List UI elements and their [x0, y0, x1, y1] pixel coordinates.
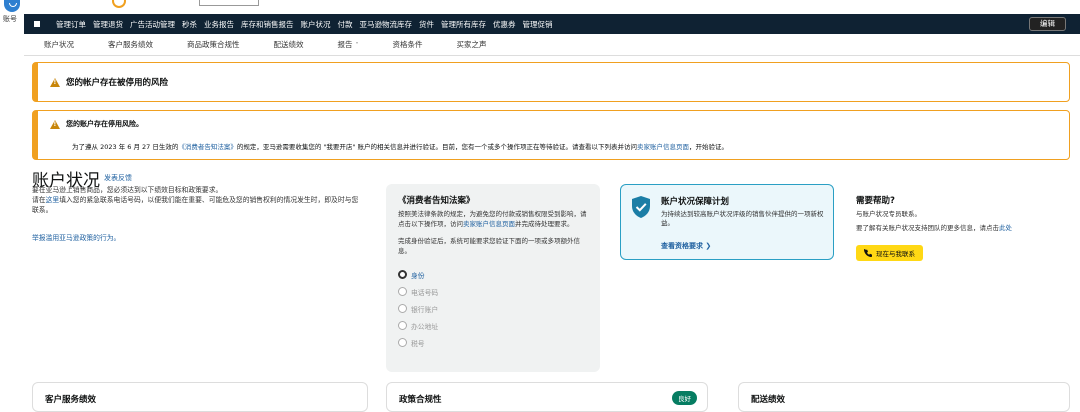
shield-check-icon [632, 196, 650, 218]
help-text-part: 要了解有关账户状况支持团队的更多信息，请点击 [856, 223, 999, 232]
subnav-item-eligibility[interactable]: 资格条件 [393, 39, 423, 50]
option-label: 电话号码 [411, 288, 439, 297]
help-text: 与账户状况专员联系。 [856, 210, 921, 218]
eligibility-link[interactable]: 查看资格要求 ❯ [661, 241, 711, 251]
search-input[interactable] [199, 0, 259, 6]
nav-item[interactable]: 管理所有库存 [441, 19, 486, 30]
edit-button[interactable]: 编辑 [1029, 17, 1066, 31]
verification-item-bank[interactable]: 银行账户 [398, 300, 588, 317]
verification-item-tax[interactable]: 税号 [398, 334, 588, 351]
feedback-link[interactable]: 发表反馈 [104, 173, 132, 183]
consumer-act-card: 《消费者告知法案》 按照美法律条款的规定，为避免您的付款或销售权限受到影响，请点… [386, 184, 600, 372]
subnav-item-policy[interactable]: 商品政策合规性 [187, 39, 240, 50]
nav-item[interactable]: 广告活动管理 [130, 19, 175, 30]
subnav-item-voice[interactable]: 买家之声 [457, 39, 487, 50]
protection-plan-card: 账户状况保障计划 为持续达到较高账户状况评级的销售伙伴提供的一项新权益。 查看资… [620, 184, 834, 260]
nav-item[interactable]: 管理退货 [93, 19, 123, 30]
help-panel: 需要帮助? 与账户状况专员联系。 要了解有关账户状况支持团队的更多信息，请点击此… [856, 184, 1066, 274]
main-nav: 管理订单 管理退货 广告活动管理 秒杀 业务报告 库存和销售报告 账户状况 付款… [24, 14, 1080, 34]
alert-title: 您的帐户存在被停用的风险 [66, 78, 169, 88]
nav-item[interactable]: 账户状况 [301, 19, 331, 30]
chevron-down-icon: ˅ [355, 42, 359, 49]
alert-body: 为了遵从 2023 年 6 月 27 日生效的《消费者告知法案》的规定，亚马逊需… [72, 141, 1057, 151]
bookmark-icon[interactable] [34, 21, 40, 27]
option-label: 税号 [411, 339, 425, 348]
nav-item[interactable]: 业务报告 [204, 19, 234, 30]
help-title: 需要帮助? [856, 196, 895, 206]
law-link[interactable]: 《消费者告知法案》 [178, 143, 237, 151]
alert-title: 您的账户存在停用风险。 [66, 120, 143, 128]
option-label: 银行账户 [411, 305, 439, 314]
card-text-part: 并完成待处理要求。 [515, 219, 574, 228]
subnav-item-shipping[interactable]: 配送绩效 [274, 39, 304, 50]
card-title: 客户服务绩效 [45, 395, 97, 405]
desc-text: 请在 [32, 196, 46, 204]
nav-item[interactable]: 货件 [419, 19, 434, 30]
verification-item-identity[interactable]: 身份 [398, 266, 588, 283]
nav-item[interactable]: 管理促销 [523, 19, 553, 30]
card-text: 完成身份验证后，系统可能要求您验证下面的一项或多项额外信息。 [398, 237, 580, 255]
here-link[interactable]: 这里 [46, 196, 60, 204]
logo-icon [112, 0, 126, 8]
phone-icon [864, 249, 872, 257]
risk-alert: 您的账户存在停用风险。 为了遵从 2023 年 6 月 27 日生效的《消费者告… [32, 110, 1070, 160]
verification-list: 身份 电话号码 银行账户 办公地址 税号 [398, 266, 588, 351]
status-description: 要在亚马逊上销售商品，您必须达到以下绩效目标和政策要求。 请在这里填入您的紧急联… [32, 185, 362, 215]
contact-me-button[interactable]: 现在与我联系 [856, 245, 923, 261]
nav-item[interactable]: 亚马逊物流库存 [360, 19, 413, 30]
nav-item[interactable]: 库存和销售报告 [241, 19, 294, 30]
nav-item[interactable]: 付款 [338, 19, 353, 30]
alert-text: ，开始验证。 [688, 143, 728, 151]
radio-selected-icon [398, 270, 407, 279]
option-label: 身份 [411, 271, 425, 280]
nav-item[interactable]: 秒杀 [182, 19, 197, 30]
help-text: 要了解有关账户状况支持团队的更多信息，请点击此处 [856, 224, 1066, 234]
radio-icon [398, 304, 407, 313]
deactivation-alert: 您的帐户存在被停用的风险 [32, 62, 1070, 102]
left-rail: 账号 [0, 0, 24, 408]
seller-info-link[interactable]: 卖家账户信息页面 [463, 220, 515, 228]
subnav-item-customer-service[interactable]: 客户服务绩效 [108, 39, 153, 50]
warning-icon [50, 77, 60, 87]
subnav-item-account-status[interactable]: 账户状况 [44, 39, 74, 50]
report-abuse-link[interactable]: 举报滥用亚马逊政策的行为。 [32, 232, 120, 242]
nav-item[interactable]: 优惠券 [493, 19, 516, 30]
card-title: 《消费者告知法案》 [398, 196, 475, 206]
seller-info-link[interactable]: 卖家账户信息页面 [637, 143, 689, 151]
sub-nav: 账户状况 客户服务绩效 商品政策合规性 配送绩效 报告 ˅ 资格条件 买家之声 [24, 34, 1080, 56]
status-badge: 良好 [672, 391, 697, 405]
alert-text: 的规定，亚马逊需要收集您的 "我要开店" 账户的相关信息并进行验证。目前，您有一… [236, 143, 637, 151]
radio-icon [398, 321, 407, 330]
option-label: 办公地址 [411, 322, 439, 331]
top-bar [24, 0, 1080, 14]
here-link[interactable]: 此处 [999, 224, 1012, 232]
subnav-item-reports[interactable]: 报告 ˅ [338, 39, 359, 50]
account-icon[interactable] [4, 0, 20, 12]
desc-line: 要在亚马逊上销售商品，您必须达到以下绩效目标和政策要求。 [32, 186, 223, 194]
warning-icon [50, 119, 60, 129]
verification-item-address[interactable]: 办公地址 [398, 317, 588, 334]
card-text: 按照美法律条款的规定，为避免您的付款或销售权限受到影响，请点击以下操作项，访问卖… [398, 210, 588, 229]
radio-icon [398, 338, 407, 347]
card-text: 为持续达到较高账户状况评级的销售伙伴提供的一项新权益。 [661, 210, 824, 227]
card-title: 配送绩效 [751, 395, 786, 405]
radio-icon [398, 287, 407, 296]
card-title: 账户状况保障计划 [661, 197, 730, 207]
card-title: 政策合规性 [399, 395, 442, 405]
alert-text: 为了遵从 2023 年 6 月 27 日生效的 [72, 143, 179, 151]
subnav-reports-label: 报告 [337, 40, 353, 49]
desc-text: 填入您的紧急联系电话号码，以便我们能在重要、可能危及您的销售权利的情况发生时，即… [32, 196, 359, 214]
rail-label: 账号 [3, 15, 17, 23]
verification-item-phone[interactable]: 电话号码 [398, 283, 588, 300]
button-label: 现在与我联系 [876, 250, 915, 258]
nav-item[interactable]: 管理订单 [56, 19, 86, 30]
